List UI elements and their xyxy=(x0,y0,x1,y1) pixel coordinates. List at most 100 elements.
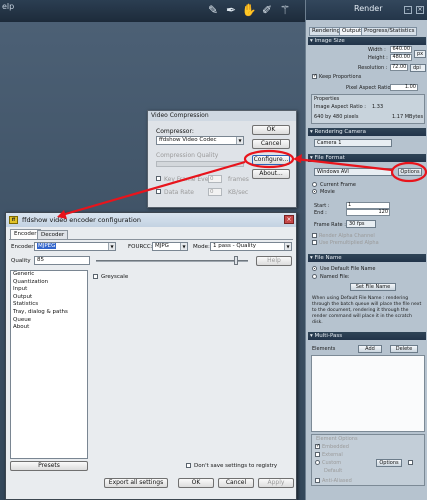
ok-button[interactable]: OK xyxy=(178,478,214,488)
current-frame-radio[interactable] xyxy=(312,182,317,187)
tab-encoder[interactable]: Encoder xyxy=(10,229,41,239)
vc-ok-button[interactable]: OK xyxy=(252,125,290,135)
movie-radio[interactable] xyxy=(312,189,317,194)
named-file-radio[interactable] xyxy=(312,274,317,279)
close-icon[interactable]: × xyxy=(284,215,294,224)
add-element-button[interactable]: Add xyxy=(358,345,382,353)
render-title-bar: Render – × xyxy=(306,0,427,20)
frame-rate-select[interactable]: 30 fps xyxy=(346,220,376,228)
resolution-unit-select[interactable]: dpi xyxy=(410,64,426,72)
chevron-down-icon: ▼ xyxy=(180,243,187,250)
section-rendering-camera[interactable]: ▾ Rendering Camera xyxy=(308,128,426,136)
list-item-quantization[interactable]: Quantization xyxy=(11,279,87,287)
elements-list[interactable] xyxy=(311,355,425,432)
render-alpha-checkbox[interactable] xyxy=(312,233,317,238)
vc-about-button[interactable]: About... xyxy=(252,169,290,179)
key-frame-input[interactable]: 0 xyxy=(208,175,222,183)
data-rate-input[interactable]: 0 xyxy=(208,188,222,196)
list-item-input[interactable]: Input xyxy=(11,286,87,294)
file-format-select[interactable]: Windows AVI xyxy=(314,168,392,176)
apply-button[interactable]: Apply xyxy=(258,478,294,488)
chevron-down-icon: ▼ xyxy=(284,243,291,250)
quality-slider-track[interactable] xyxy=(96,260,248,262)
vc-cancel-button[interactable]: Cancel xyxy=(252,139,290,149)
encoder-select[interactable]: MJPEG ▼ xyxy=(34,242,116,251)
vc-configure-button[interactable]: Configure... xyxy=(252,155,290,165)
data-rate-unit: KB/sec xyxy=(228,189,249,196)
fourcc-value: MJPG xyxy=(155,243,169,249)
key-frame-checkbox[interactable] xyxy=(156,176,161,181)
list-item-generic[interactable]: Generic xyxy=(11,271,87,279)
embedded-checkbox[interactable]: ✓ xyxy=(315,444,320,449)
section-file-name[interactable]: ▾ File Name xyxy=(308,254,426,262)
compressor-select[interactable]: ffdshow Video Codec ▼ xyxy=(156,136,244,145)
cancel-button[interactable]: Cancel xyxy=(218,478,254,488)
use-default-file-name-radio[interactable] xyxy=(312,266,317,271)
export-all-settings-button[interactable]: Export all settings xyxy=(104,478,168,488)
video-compression-title: Video Compression xyxy=(148,111,296,121)
element-options-title: Element Options xyxy=(316,436,358,442)
properties-title: Properties xyxy=(314,96,340,102)
start-input[interactable]: 1 xyxy=(346,202,390,209)
hand-icon[interactable]: ✋ xyxy=(241,2,257,18)
tab-rendering[interactable]: Rendering xyxy=(309,27,344,36)
chevron-down-icon: ▼ xyxy=(236,137,243,144)
section-multi-pass[interactable]: ▾ Multi-Pass xyxy=(308,332,426,340)
format-options-button[interactable]: Options xyxy=(398,168,422,176)
external-checkbox[interactable] xyxy=(315,452,320,457)
list-item-statistics[interactable]: Statistics xyxy=(11,301,87,309)
wand-icon[interactable]: ⚚ xyxy=(277,2,293,18)
brush-icon[interactable]: ✎ xyxy=(205,2,221,18)
list-item-about[interactable]: About xyxy=(11,324,87,332)
help-menu-fragment[interactable]: elp xyxy=(2,2,14,11)
presets-button[interactable]: Presets xyxy=(10,461,88,471)
pixel-dimensions-text: 640 by 480 pixels xyxy=(314,114,359,120)
pen-icon[interactable]: ✒ xyxy=(223,2,239,18)
settings-category-list[interactable]: Generic Quantization Input Output Statis… xyxy=(10,270,88,459)
file-name-description-2: through the batch queue will place the f… xyxy=(312,302,422,307)
greyscale-label: Greyscale xyxy=(101,274,129,280)
quality-slider[interactable] xyxy=(156,161,244,167)
premultiplied-checkbox[interactable] xyxy=(312,240,317,245)
help-button[interactable]: Help xyxy=(256,256,292,266)
custom-radio[interactable] xyxy=(315,460,320,465)
compression-quality-label: Compression Quality xyxy=(156,152,219,159)
end-input[interactable]: 120 xyxy=(346,209,390,216)
minimize-icon[interactable]: – xyxy=(404,6,412,14)
elements-label: Elements xyxy=(312,346,336,352)
mode-select[interactable]: 1 pass - Quality ▼ xyxy=(210,242,292,251)
set-file-name-button[interactable]: Set File Name xyxy=(350,283,396,291)
element-options-button[interactable]: Options xyxy=(376,459,402,467)
list-item-tray-dialog-paths[interactable]: Tray, dialog & paths xyxy=(11,309,87,317)
custom-extra-checkbox[interactable] xyxy=(408,460,413,465)
camera-select[interactable]: Camera 1 xyxy=(314,139,392,147)
quality-slider-thumb[interactable] xyxy=(234,256,238,265)
height-input[interactable]: 480.00 xyxy=(390,54,412,61)
keep-proportions-checkbox[interactable]: ✓ xyxy=(312,74,317,79)
section-image-size[interactable]: ▾ Image Size xyxy=(308,37,426,45)
tab-decoder[interactable]: Decoder xyxy=(37,230,69,239)
data-rate-label: Data Rate xyxy=(164,189,194,196)
custom-label: Custom xyxy=(322,460,342,466)
delete-element-button[interactable]: Delete xyxy=(390,345,418,353)
anti-aliased-checkbox[interactable] xyxy=(315,478,320,483)
anti-aliased-label: Anti-Aliased xyxy=(322,478,352,484)
width-input[interactable]: 640.00 xyxy=(390,46,412,53)
section-file-format[interactable]: ▾ File Format xyxy=(308,154,426,162)
premultiplied-label: Use Premultiplied Alpha xyxy=(319,240,379,246)
unit-select[interactable]: px xyxy=(414,50,426,58)
close-icon[interactable]: × xyxy=(416,6,424,14)
quality-input[interactable]: 85 xyxy=(34,256,90,265)
feather-icon[interactable]: ✐ xyxy=(259,2,275,18)
pixel-aspect-input[interactable]: 1.00 xyxy=(390,84,418,91)
resolution-input[interactable]: 72.00 xyxy=(390,64,408,71)
list-item-output[interactable]: Output xyxy=(11,294,87,302)
named-file-label: Named File: xyxy=(320,274,350,280)
use-default-file-name-label: Use Default File Name xyxy=(320,266,376,272)
greyscale-checkbox[interactable] xyxy=(93,274,98,279)
data-rate-checkbox[interactable] xyxy=(156,189,161,194)
list-item-queue[interactable]: Queue xyxy=(11,317,87,325)
fourcc-select[interactable]: MJPG ▼ xyxy=(152,242,188,251)
dont-save-checkbox[interactable] xyxy=(186,463,191,468)
tab-progress-statistics[interactable]: Progress/Statistics xyxy=(361,27,418,36)
